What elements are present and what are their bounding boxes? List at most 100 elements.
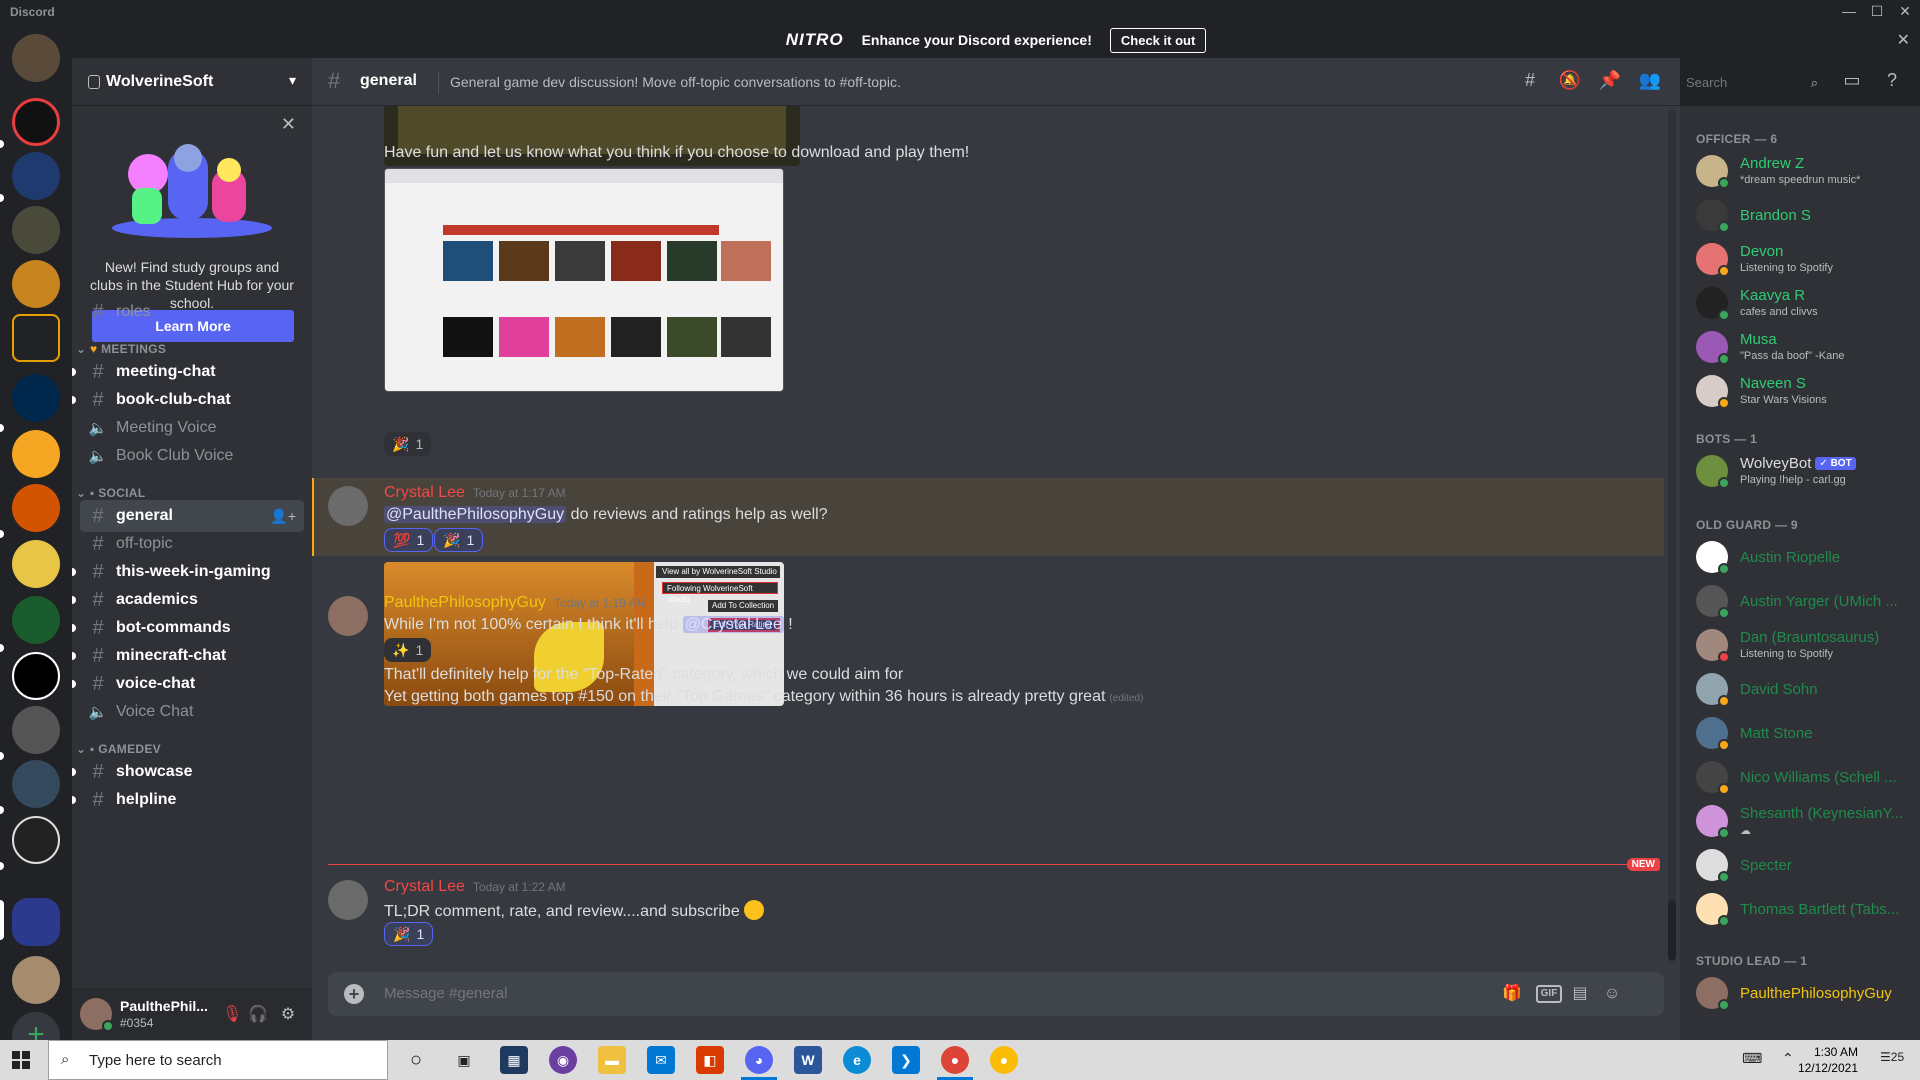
member-item[interactable]: Nico Williams (Schell ... xyxy=(1696,756,1920,798)
member-item[interactable]: David Sohn xyxy=(1696,668,1920,710)
emoji-icon[interactable]: ☺ xyxy=(1600,982,1624,1006)
server-icon[interactable] xyxy=(12,152,60,200)
server-icon[interactable] xyxy=(12,760,60,808)
reaction-party[interactable]: 🎉 1 xyxy=(384,432,432,456)
server-icon[interactable] xyxy=(12,816,60,864)
image-attachment-itchio-screenshot[interactable] xyxy=(384,168,784,392)
member-item[interactable]: Matt Stone xyxy=(1696,712,1920,754)
server-icon[interactable] xyxy=(12,374,60,422)
voice-channel-voice-chat[interactable]: 🔈 Voice Chat xyxy=(80,696,304,728)
reaction-party[interactable]: 🎉 1 xyxy=(384,922,434,946)
server-icon[interactable] xyxy=(12,652,60,700)
cortana-icon[interactable]: ○ xyxy=(402,1046,430,1074)
server-icon[interactable] xyxy=(12,314,60,362)
member-item[interactable]: Austin Riopelle xyxy=(1696,536,1920,578)
search-input[interactable]: Search ⌕ xyxy=(1680,70,1824,94)
message-author[interactable]: Crystal Lee Today at 1:22 AM xyxy=(384,878,566,896)
chevron-up-icon[interactable]: ⌃ xyxy=(1782,1050,1794,1067)
avatar[interactable] xyxy=(328,880,368,920)
server-icon[interactable] xyxy=(12,956,60,1004)
category-social[interactable]: ⌄ ▪ SOCIAL xyxy=(76,486,145,500)
avatar[interactable] xyxy=(328,596,368,636)
scrollbar-thumb[interactable] xyxy=(1668,900,1676,960)
threads-icon[interactable]: # xyxy=(1518,70,1542,94)
user-mention[interactable]: @Crystal Lee xyxy=(682,616,784,633)
avatar[interactable] xyxy=(328,486,368,526)
member-item[interactable]: Thomas Bartlett (Tabs... xyxy=(1696,888,1920,930)
taskbar-search-input[interactable]: ⌕ Type here to search xyxy=(48,1040,388,1080)
member-item[interactable]: Andrew Z *dream speedrun music* xyxy=(1696,150,1920,192)
image-attachment-rating-screenshot[interactable]: View all by WolverineSoft Studio Followi… xyxy=(384,562,784,706)
close-icon[interactable]: ✕ xyxy=(281,114,296,135)
guild-header[interactable]: WolverineSoft ▾ xyxy=(72,58,312,106)
gif-button[interactable]: GIF xyxy=(1536,985,1562,1003)
server-icon[interactable] xyxy=(12,98,60,146)
member-item[interactable]: Kaavya R cafes and clivvs xyxy=(1696,282,1920,324)
category-meetings[interactable]: ⌄ ♥ MEETINGS xyxy=(76,342,166,356)
member-list-icon[interactable]: 👥 xyxy=(1638,70,1662,94)
mail-icon[interactable]: ✉ xyxy=(647,1046,675,1074)
server-icon[interactable] xyxy=(12,34,60,82)
vscode-icon[interactable]: ❯ xyxy=(892,1046,920,1074)
server-icon[interactable] xyxy=(12,706,60,754)
keyboard-icon[interactable]: ⌨ xyxy=(1742,1050,1762,1067)
server-icon-wolverinesoft[interactable] xyxy=(12,898,60,946)
member-item[interactable]: Dan (Brauntosaurus) Listening to Spotify xyxy=(1696,624,1920,666)
server-icon[interactable] xyxy=(12,596,60,644)
task-view-icon[interactable]: ▣ xyxy=(450,1046,478,1074)
store-icon[interactable]: ▦ xyxy=(500,1046,528,1074)
office-icon[interactable]: ◧ xyxy=(696,1046,724,1074)
close-banner-icon[interactable]: ✕ xyxy=(1897,30,1910,50)
voice-channel-book-club-voice[interactable]: 🔈 Book Club Voice xyxy=(80,440,304,472)
server-icon[interactable] xyxy=(12,430,60,478)
notification-center-icon[interactable]: ☰25 xyxy=(1880,1050,1904,1064)
member-item[interactable]: Austin Yarger (UMich ... xyxy=(1696,580,1920,622)
upload-plus-icon[interactable]: + xyxy=(344,984,364,1004)
gift-icon[interactable]: 🎁 xyxy=(1500,982,1524,1006)
inbox-icon[interactable]: ▭ xyxy=(1840,70,1864,94)
pinned-messages-icon[interactable]: 📌 xyxy=(1598,70,1622,94)
category-gamedev[interactable]: ⌄ ▪ GAMEDEV xyxy=(76,742,161,756)
nitro-cta-button[interactable]: Check it out xyxy=(1109,27,1207,53)
sticker-icon[interactable]: ▤ xyxy=(1568,982,1592,1006)
reaction-heart[interactable]: 💯 1 xyxy=(384,528,434,552)
help-icon[interactable]: ? xyxy=(1880,70,1904,94)
member-item[interactable]: Devon Listening to Spotify xyxy=(1696,238,1920,280)
windows-start-icon[interactable] xyxy=(12,1051,30,1069)
maximize-button[interactable]: ☐ xyxy=(1866,2,1888,20)
app-icon[interactable]: ◉ xyxy=(549,1046,577,1074)
discord-icon[interactable]: ◕ xyxy=(745,1046,773,1074)
reaction-sparkles[interactable]: ✨ 1 xyxy=(384,638,432,662)
channel-helpline[interactable]: # helpline xyxy=(72,784,304,816)
server-icon[interactable] xyxy=(12,540,60,588)
file-explorer-icon[interactable]: ▬ xyxy=(598,1046,626,1074)
server-icon[interactable] xyxy=(12,484,60,532)
member-item[interactable]: WolveyBot ✓ BOT Playing !help - carl.gg xyxy=(1696,450,1920,492)
member-item[interactable]: PaulthePhilosophyGuy xyxy=(1696,972,1920,1014)
server-icon[interactable] xyxy=(12,206,60,254)
word-icon[interactable]: W xyxy=(794,1046,822,1074)
channel-topic[interactable]: General game dev discussion! Move off-to… xyxy=(450,74,901,90)
chrome-icon[interactable]: ● xyxy=(941,1046,969,1074)
mute-microphone-icon[interactable]: 🎙 xyxy=(222,1004,242,1024)
member-item[interactable]: Brandon S xyxy=(1696,194,1920,236)
member-item[interactable]: Naveen S Star Wars Visions xyxy=(1696,370,1920,412)
message-author[interactable]: Crystal Lee Today at 1:17 AM xyxy=(384,484,566,502)
chrome-canary-icon[interactable]: ● xyxy=(990,1046,1018,1074)
message-input[interactable]: Message #general xyxy=(384,985,507,1002)
minimize-button[interactable]: — xyxy=(1838,2,1860,20)
close-window-button[interactable]: ✕ xyxy=(1894,2,1916,20)
settings-gear-icon[interactable]: ⚙ xyxy=(278,1004,298,1024)
server-icon[interactable] xyxy=(12,260,60,308)
taskbar-clock[interactable]: 1:30 AM 12/12/2021 xyxy=(1798,1044,1858,1076)
chat-scrollbar[interactable] xyxy=(1668,110,1676,962)
add-member-icon[interactable]: 👤+ xyxy=(270,508,296,525)
headphones-icon[interactable]: 🎧 xyxy=(248,1004,268,1024)
notification-bell-muted-icon[interactable]: 🔕 xyxy=(1558,70,1582,94)
member-item[interactable]: Specter xyxy=(1696,844,1920,886)
channel-roles[interactable]: # roles xyxy=(80,296,304,328)
member-item[interactable]: Shesanth (KeynesianY... ☁ xyxy=(1696,800,1920,842)
user-mention[interactable]: @PaulthePhilosophyGuy xyxy=(384,506,567,523)
member-item[interactable]: Musa "Pass da boof" -Kane xyxy=(1696,326,1920,368)
reaction-party[interactable]: 🎉 1 xyxy=(434,528,484,552)
